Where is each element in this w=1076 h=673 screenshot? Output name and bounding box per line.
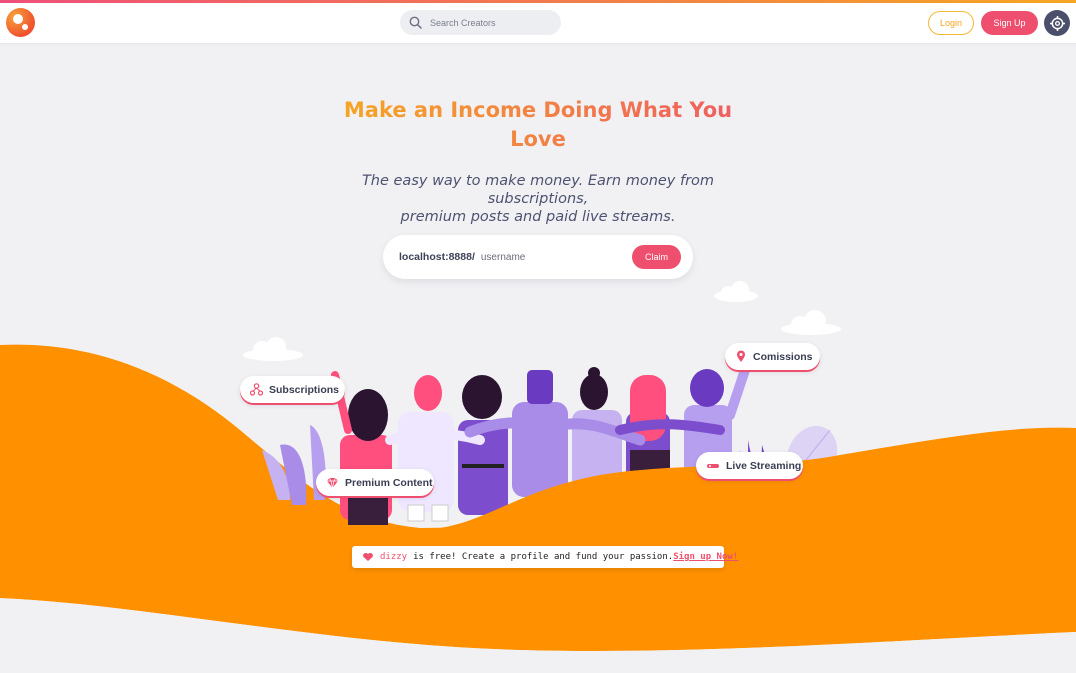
brand-name: dizzy — [380, 552, 408, 562]
hero-illustration — [0, 281, 1076, 673]
banner-text: is free! Create a profile and fund your … — [413, 552, 674, 562]
feature-chip-commissions: Comissions — [725, 343, 820, 370]
diamond-icon — [327, 477, 338, 488]
signup-now-link[interactable]: Sign up Now! — [673, 552, 738, 562]
feature-chip-subscriptions: Subscriptions — [240, 376, 345, 403]
location-pin-icon — [737, 350, 745, 362]
cloud-heart-icon — [363, 552, 373, 561]
feature-chip-live: Live Streaming — [696, 452, 803, 479]
feature-chip-premium: Premium Content — [316, 469, 434, 496]
signup-banner: dizzy is free! Create a profile and fund… — [352, 546, 738, 568]
network-icon — [250, 383, 263, 396]
stream-icon — [707, 463, 719, 468]
